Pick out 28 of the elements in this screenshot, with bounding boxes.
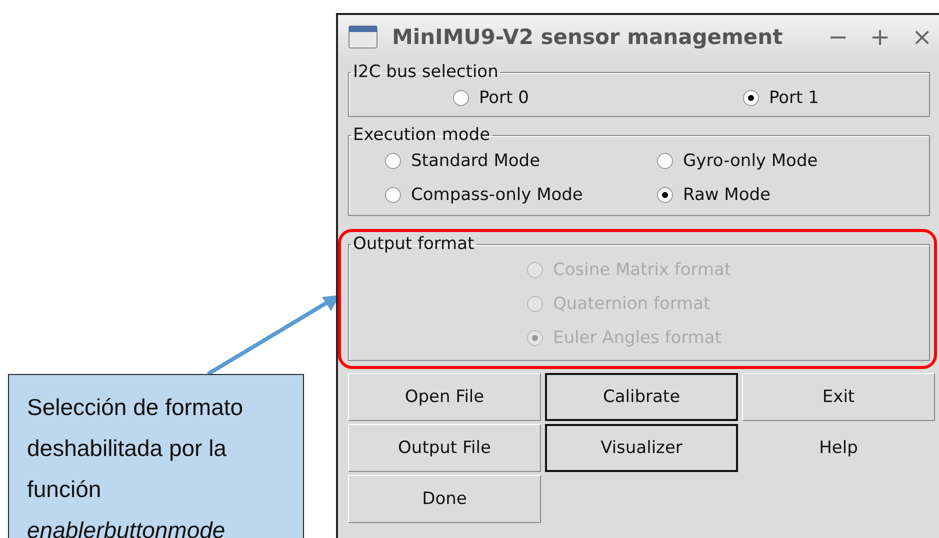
radio-button[interactable] [385,187,401,203]
radio-option[interactable]: Standard Mode [385,149,657,173]
button[interactable]: Open File [348,373,541,421]
group-title: I2C bus selection [352,62,500,82]
window-control[interactable]: × [908,22,936,50]
radio-option[interactable]: Port 1 [743,86,929,110]
button[interactable]: Calibrate [545,373,738,421]
window-control[interactable]: − [824,22,852,50]
button[interactable]: Done [348,475,541,523]
window-icon [348,24,378,48]
button[interactable]: Visualizer [545,424,738,472]
radio-button[interactable] [743,90,759,106]
radio-option[interactable]: Port 0 [453,86,639,110]
callout-text: Selección de formato deshabilitada por la función enablerbuttonmode [27,393,244,538]
button[interactable]: Help [742,424,935,472]
radio-button[interactable] [453,90,469,106]
radio-option[interactable]: Compass-only Mode [385,183,657,207]
button[interactable]: Exit [742,373,935,421]
button[interactable]: Output File [348,424,541,472]
radio-option[interactable]: Gyro-only Mode [657,149,929,173]
group-title: Execution mode [352,125,492,145]
window-title: MinIMU9-V2 sensor management [392,24,784,48]
radio-button[interactable] [657,153,673,169]
radio-button[interactable] [385,153,401,169]
window-control[interactable]: + [866,22,894,50]
radio-option[interactable]: Raw Mode [657,183,929,207]
radio-button[interactable] [657,187,673,203]
group-title: Output format [352,234,476,254]
